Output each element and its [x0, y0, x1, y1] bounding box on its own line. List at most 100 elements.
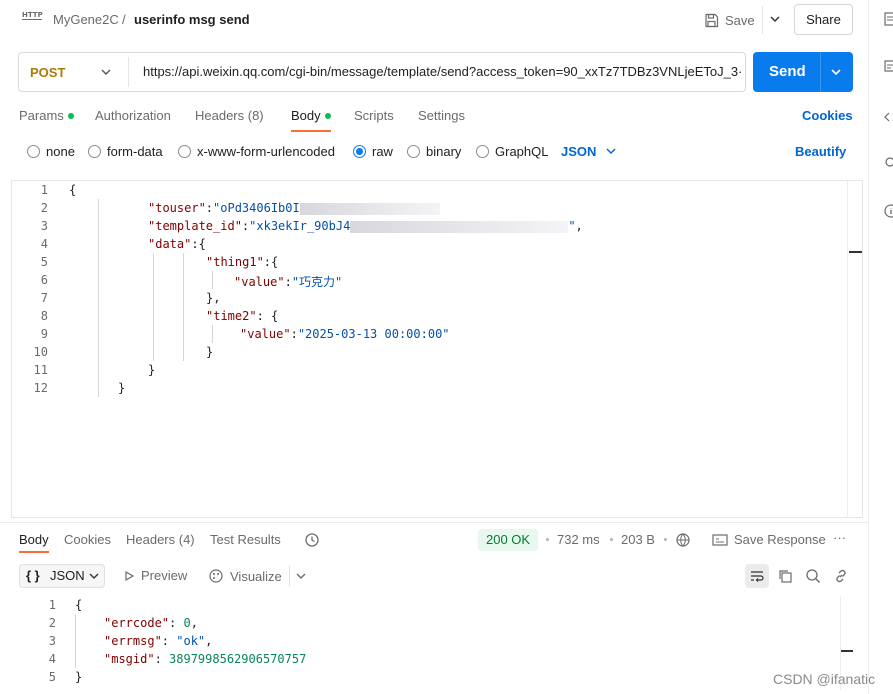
- more-options-button[interactable]: ···: [833, 530, 846, 545]
- response-divider: [0, 522, 868, 523]
- radio-circle[interactable]: [407, 145, 420, 158]
- response-scroll-thumb[interactable]: [841, 650, 853, 652]
- save-button[interactable]: Save: [704, 7, 755, 33]
- indent-guide: [153, 253, 154, 361]
- meta-separator: [610, 538, 613, 541]
- editor-scrollbar[interactable]: [847, 181, 862, 517]
- code-line: {: [69, 183, 77, 197]
- line-number: 5: [48, 670, 56, 684]
- code-line: "template_id":"xk3ekIr_90bJ4 ",: [148, 219, 583, 233]
- tab-scripts[interactable]: Scripts: [354, 108, 394, 123]
- radio-circle[interactable]: [476, 145, 489, 158]
- response-time[interactable]: 732 ms: [557, 532, 600, 547]
- line-number: 4: [48, 652, 56, 666]
- code-line: {: [75, 598, 83, 612]
- info-icon[interactable]: [884, 204, 893, 218]
- beautify-button[interactable]: Beautify: [795, 144, 846, 159]
- radio-binary[interactable]: binary: [407, 144, 461, 159]
- save-options-chevron-icon[interactable]: [768, 12, 782, 26]
- save-response-icon[interactable]: [712, 533, 728, 547]
- tab-authorization[interactable]: Authorization: [95, 108, 171, 123]
- save-response-button[interactable]: Save Response: [734, 532, 826, 547]
- tab-params[interactable]: Params: [19, 108, 74, 123]
- copy-icon[interactable]: [777, 568, 793, 584]
- send-options-chevron-icon[interactable]: [829, 65, 843, 79]
- history-icon[interactable]: [304, 532, 320, 548]
- save-icon: [705, 13, 719, 27]
- url-input[interactable]: https://api.weixin.qq.com/cgi-bin/messag…: [143, 64, 741, 79]
- wrap-lines-icon: [751, 571, 764, 582]
- json-braces-icon: { }: [26, 568, 40, 583]
- visualize-chevron-down-icon[interactable]: [295, 570, 307, 582]
- line-number: 2: [40, 201, 48, 215]
- line-number: 9: [40, 327, 48, 341]
- tab-settings[interactable]: Settings: [418, 108, 465, 123]
- radio-graphql[interactable]: GraphQL: [476, 144, 548, 159]
- radio-form-data[interactable]: form-data: [88, 144, 163, 159]
- http-request-icon: HTTP: [22, 11, 43, 20]
- radio-raw[interactable]: raw: [353, 144, 393, 159]
- search-icon[interactable]: [805, 568, 821, 584]
- line-number: 10: [33, 345, 48, 359]
- indent-guide: [212, 325, 213, 343]
- response-format-chevron-icon[interactable]: [88, 570, 100, 582]
- method-chevron-down-icon[interactable]: [100, 66, 112, 78]
- code-snippet-icon[interactable]: [884, 110, 893, 124]
- indent-guide: [75, 614, 76, 668]
- editor-scroll-thumb[interactable]: [849, 251, 862, 253]
- radio-circle[interactable]: [88, 145, 101, 158]
- line-number: 8: [40, 309, 48, 323]
- preview-button[interactable]: Preview: [123, 568, 187, 583]
- line-number: 5: [40, 255, 48, 269]
- right-sidebar: [868, 0, 893, 694]
- method-select[interactable]: POST: [30, 65, 65, 80]
- play-icon: [125, 570, 135, 581]
- meta-separator: [664, 538, 667, 541]
- breadcrumb-collection[interactable]: MyGene2C: [53, 12, 119, 27]
- redacted-value: [350, 220, 569, 233]
- tab-body[interactable]: Body: [291, 108, 331, 123]
- response-tab-headers[interactable]: Headers (4): [126, 532, 195, 547]
- radio-circle-selected[interactable]: [353, 145, 366, 158]
- raw-format-select[interactable]: JSON: [561, 144, 596, 159]
- cookies-link[interactable]: Cookies: [802, 108, 853, 123]
- response-size[interactable]: 203 B: [621, 532, 655, 547]
- radio-none[interactable]: none: [27, 144, 75, 159]
- link-icon[interactable]: [833, 568, 849, 584]
- network-globe-icon[interactable]: [675, 532, 691, 548]
- body-indicator-dot: [324, 112, 331, 119]
- send-divider: [820, 52, 821, 92]
- related-icon[interactable]: [884, 156, 893, 170]
- code-line: }: [206, 345, 214, 359]
- code-line: "thing1":{: [206, 255, 279, 269]
- visualize-button[interactable]: Visualize: [208, 568, 282, 584]
- response-tab-body[interactable]: Body: [19, 532, 49, 547]
- line-number: 3: [40, 219, 48, 233]
- line-number: 4: [40, 237, 48, 251]
- send-label[interactable]: Send: [769, 63, 806, 80]
- params-indicator-dot: [67, 112, 74, 119]
- toolbar-divider: [289, 566, 290, 586]
- visualize-icon: [209, 569, 223, 583]
- status-badge[interactable]: 200 OK: [478, 529, 539, 551]
- indent-guide: [98, 199, 99, 397]
- share-button[interactable]: Share: [794, 4, 853, 35]
- documentation-icon[interactable]: [884, 12, 893, 26]
- line-number: 11: [33, 363, 48, 377]
- radio-circle[interactable]: [178, 145, 191, 158]
- save-label: Save: [725, 12, 755, 28]
- format-chevron-down-icon[interactable]: [605, 145, 617, 157]
- active-tab-indicator: [291, 130, 331, 132]
- response-tab-cookies[interactable]: Cookies: [64, 532, 111, 547]
- radio-circle[interactable]: [27, 145, 40, 158]
- comments-icon[interactable]: [884, 60, 893, 74]
- code-line: }: [75, 670, 83, 684]
- tab-headers[interactable]: Headers (8): [195, 108, 264, 123]
- code-line: },: [206, 291, 221, 305]
- breadcrumb-request-name[interactable]: userinfo msg send: [134, 12, 250, 27]
- response-format-label[interactable]: JSON: [50, 568, 85, 583]
- indent-guide: [212, 271, 213, 289]
- response-tab-test-results[interactable]: Test Results: [210, 532, 281, 547]
- radio-x-www-form-urlencoded[interactable]: x-www-form-urlencoded: [178, 144, 335, 159]
- meta-separator: [546, 538, 549, 541]
